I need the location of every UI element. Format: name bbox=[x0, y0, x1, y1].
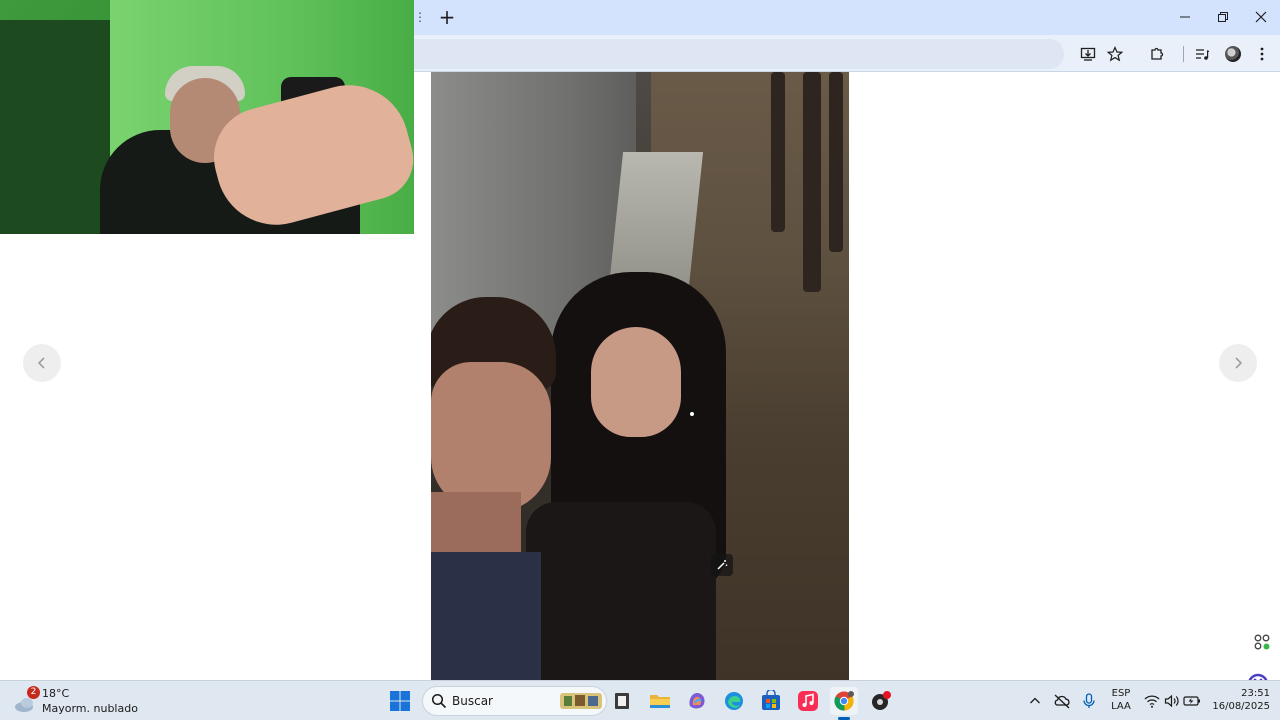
photo-tree bbox=[771, 72, 785, 232]
keyboard-layout-code: LAA bbox=[1111, 701, 1131, 712]
edge-icon bbox=[725, 692, 743, 710]
next-image-button[interactable] bbox=[1219, 344, 1257, 382]
close-icon bbox=[1255, 11, 1267, 22]
browser-toolbar bbox=[414, 35, 1280, 72]
bookmark-star-icon bbox=[1107, 46, 1123, 62]
search-placeholder: Buscar bbox=[452, 694, 493, 708]
wifi-icon bbox=[1144, 695, 1160, 708]
tray-volume-button[interactable] bbox=[1162, 691, 1182, 711]
battery-charging-icon bbox=[1183, 696, 1200, 706]
side-panel-apps-button[interactable] bbox=[1251, 631, 1273, 653]
screen-recorder-icon bbox=[872, 691, 891, 710]
media-controls-button[interactable] bbox=[1189, 41, 1215, 67]
chevron-right-icon bbox=[1235, 357, 1243, 369]
media-controls-icon bbox=[1196, 49, 1210, 60]
weather-description: Mayorm. nublado bbox=[42, 702, 138, 715]
chevron-left-icon bbox=[37, 357, 45, 369]
webcam-overlay bbox=[0, 0, 414, 234]
taskbar-app-copilot[interactable] bbox=[683, 687, 711, 715]
file-explorer-icon bbox=[650, 695, 670, 708]
file-manager-icon bbox=[615, 693, 629, 709]
taskbar-app-chrome[interactable] bbox=[830, 687, 858, 715]
install-app-button[interactable] bbox=[1075, 41, 1101, 67]
address-bar[interactable] bbox=[414, 39, 1064, 69]
minimize-icon bbox=[1180, 16, 1190, 17]
tray-overflow-button[interactable] bbox=[1025, 691, 1045, 711]
magic-edit-button[interactable] bbox=[711, 554, 733, 576]
photo-person-woman-top bbox=[526, 502, 716, 680]
restore-icon bbox=[1218, 11, 1228, 22]
weather-temperature: 18°C bbox=[42, 687, 70, 700]
more-menu-icon bbox=[1260, 47, 1264, 61]
minimize-button[interactable] bbox=[1166, 0, 1204, 33]
install-app-icon bbox=[1080, 47, 1096, 61]
photo-person-woman-face bbox=[591, 327, 681, 437]
chevron-up-icon bbox=[1030, 697, 1040, 704]
language-code: ESP bbox=[1111, 688, 1131, 699]
photo-person-man-shirt bbox=[431, 552, 541, 680]
volume-icon bbox=[1164, 694, 1179, 708]
viewed-photo bbox=[431, 72, 849, 680]
clock-time: 23:51 bbox=[1241, 688, 1270, 699]
previous-image-button[interactable] bbox=[23, 344, 61, 382]
screen: ⋮ + 2 18°C Mayorm. nublado Buscar ESP LA… bbox=[0, 0, 1280, 720]
profile-button[interactable] bbox=[1220, 41, 1246, 67]
extensions-button[interactable] bbox=[1144, 41, 1170, 67]
taskbar-app-explorer[interactable] bbox=[646, 687, 674, 715]
taskbar-search[interactable]: Buscar bbox=[422, 686, 607, 716]
weather-alert-badge: 2 bbox=[27, 686, 40, 699]
profile-avatar-icon bbox=[1225, 46, 1241, 62]
clock-date: 16/08/2025 bbox=[1212, 701, 1270, 712]
browser-tab-strip: ⋮ + bbox=[414, 0, 1280, 35]
taskbar: 2 18°C Mayorm. nublado Buscar ESP LAA 23… bbox=[0, 680, 1280, 720]
photo-tree bbox=[803, 72, 821, 292]
toolbar-separator bbox=[1183, 46, 1184, 62]
system-clock[interactable]: 23:51 16/08/2025 bbox=[1206, 687, 1270, 713]
close-window-button[interactable] bbox=[1242, 0, 1280, 33]
weather-widget[interactable]: 2 18°C Mayorm. nublado bbox=[14, 684, 144, 718]
apps-grid-icon bbox=[1254, 634, 1270, 650]
more-menu-button[interactable] bbox=[1249, 41, 1275, 67]
cursor-dot bbox=[688, 410, 696, 418]
chrome-icon bbox=[834, 691, 854, 711]
tray-battery-button[interactable] bbox=[1182, 691, 1202, 711]
copilot-icon bbox=[689, 693, 705, 709]
bookmark-button[interactable] bbox=[1102, 41, 1128, 67]
tab-overflow-dots[interactable]: ⋮ bbox=[414, 10, 426, 24]
taskbar-app-edge[interactable] bbox=[720, 687, 748, 715]
microphone-icon bbox=[1083, 693, 1095, 708]
start-button[interactable] bbox=[387, 688, 413, 714]
search-highlight-image bbox=[560, 693, 602, 709]
windows-logo-icon bbox=[390, 691, 410, 711]
tray-microphone-button[interactable] bbox=[1079, 691, 1099, 711]
webcam-background-closet bbox=[0, 20, 110, 234]
tray-onedrive-button[interactable] bbox=[1052, 691, 1072, 711]
new-tab-button[interactable]: + bbox=[434, 5, 460, 29]
photo-person-man-face bbox=[431, 362, 551, 512]
cloud-offline-icon bbox=[1054, 694, 1070, 709]
taskbar-app-recorder[interactable] bbox=[867, 687, 895, 715]
taskbar-app-store[interactable] bbox=[757, 687, 785, 715]
taskbar-app-files[interactable] bbox=[608, 687, 636, 715]
search-icon bbox=[431, 693, 447, 709]
photo-tree bbox=[829, 72, 843, 252]
music-icon bbox=[798, 691, 818, 711]
store-icon bbox=[762, 690, 780, 710]
extensions-puzzle-icon bbox=[1151, 47, 1164, 60]
taskbar-app-music[interactable] bbox=[794, 687, 822, 715]
tray-wifi-button[interactable] bbox=[1142, 691, 1162, 711]
restore-button[interactable] bbox=[1204, 0, 1242, 33]
magic-wand-icon bbox=[717, 560, 728, 570]
input-language-indicator[interactable]: ESP LAA bbox=[1108, 687, 1134, 713]
